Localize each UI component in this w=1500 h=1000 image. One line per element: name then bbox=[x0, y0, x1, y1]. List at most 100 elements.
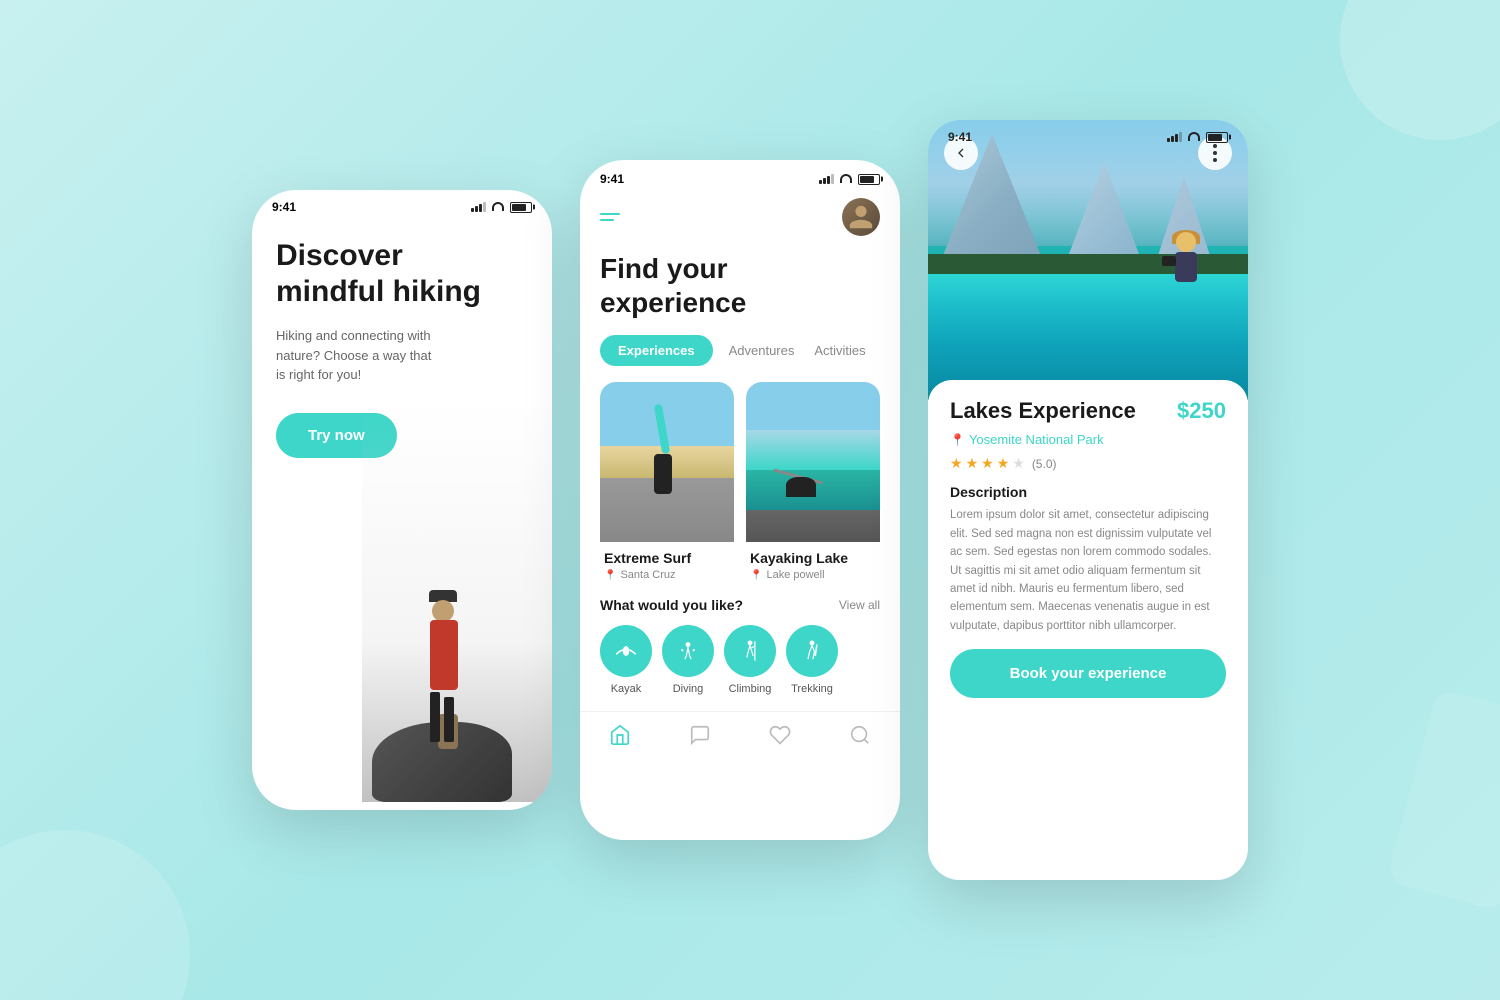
avatar[interactable] bbox=[842, 198, 880, 236]
book-button[interactable]: Book your experience bbox=[950, 649, 1226, 698]
surf-card-title: Extreme Surf bbox=[604, 550, 730, 566]
legs bbox=[430, 692, 458, 742]
status-icons-2 bbox=[819, 174, 880, 185]
phone-3: 9:41 bbox=[928, 120, 1248, 880]
surf-board bbox=[653, 404, 670, 455]
activity-icons-row: Kayak Diving bbox=[600, 625, 880, 695]
star-1: ★ bbox=[950, 455, 963, 472]
rating-value: (5.0) bbox=[1032, 457, 1057, 471]
kayak-location-text: Lake powell bbox=[766, 569, 824, 581]
climbing-label: Climbing bbox=[729, 683, 772, 695]
nav-search[interactable] bbox=[849, 724, 871, 746]
signal-icon-3 bbox=[1167, 132, 1182, 142]
find-title: Find your experience bbox=[580, 240, 900, 335]
surf-card-location: 📍 Santa Cruz bbox=[604, 569, 730, 581]
star-2: ★ bbox=[966, 455, 979, 472]
hero-subtitle: Hiking and connecting with nature? Choos… bbox=[276, 326, 436, 385]
what-section: What would you like? View all Kayak bbox=[580, 597, 900, 707]
location-pin-icon-3: 📍 bbox=[950, 433, 965, 447]
kayak-card[interactable]: Kayaking Lake 📍 Lake powell bbox=[746, 382, 880, 581]
hamburger-icon bbox=[600, 213, 620, 221]
kayaker-figure bbox=[786, 477, 816, 497]
experience-title: Lakes Experience bbox=[950, 398, 1136, 424]
head bbox=[432, 600, 454, 622]
kayak-card-location: 📍 Lake powell bbox=[750, 569, 876, 581]
view-all-link[interactable]: View all bbox=[839, 598, 880, 612]
description-title: Description bbox=[950, 484, 1226, 500]
hero-image-container: 9:41 bbox=[928, 120, 1248, 400]
trekking-icon bbox=[799, 638, 825, 664]
hero-title: Discover mindful hiking bbox=[276, 238, 528, 310]
trekking-label: Trekking bbox=[791, 683, 833, 695]
detail-header: Lakes Experience $250 bbox=[950, 398, 1226, 424]
tab-adventures[interactable]: Adventures bbox=[725, 335, 799, 366]
surf-beach-bg bbox=[600, 382, 734, 542]
home-icon bbox=[609, 724, 631, 746]
body bbox=[430, 620, 458, 690]
status-bar-1: 9:41 bbox=[252, 190, 552, 218]
status-icons-1 bbox=[471, 202, 532, 213]
photo-body bbox=[1175, 252, 1197, 282]
kayak-label: Kayak bbox=[611, 683, 642, 695]
activity-diving[interactable]: Diving bbox=[662, 625, 714, 695]
wifi-icon-3 bbox=[1188, 132, 1200, 141]
tab-experiences[interactable]: Experiences bbox=[600, 335, 713, 366]
hiker-image bbox=[362, 402, 552, 802]
page-title: Find your experience bbox=[600, 252, 880, 319]
status-bar-3: 9:41 bbox=[928, 120, 1248, 148]
battery-icon-2 bbox=[858, 174, 880, 185]
status-bar-2: 9:41 bbox=[580, 160, 900, 190]
nav-chat[interactable] bbox=[689, 724, 711, 746]
phone-1: 9:41 Discover mindful hiking Hiking and … bbox=[252, 190, 552, 810]
surf-card-label: Extreme Surf 📍 Santa Cruz bbox=[600, 542, 734, 581]
camera bbox=[1162, 256, 1176, 266]
what-title: What would you like? bbox=[600, 597, 743, 613]
location-pin-icon: 📍 bbox=[604, 570, 616, 581]
rating-stars: ★ ★ ★ ★ ★ (5.0) bbox=[950, 455, 1226, 472]
description-body: Lorem ipsum dolor sit amet, consectetur … bbox=[950, 506, 1226, 635]
time-2: 9:41 bbox=[600, 172, 624, 186]
kayak-icon bbox=[613, 638, 639, 664]
diving-icon-circle bbox=[662, 625, 714, 677]
menu-button[interactable] bbox=[600, 213, 620, 221]
battery-icon-3 bbox=[1206, 132, 1228, 143]
wifi-icon bbox=[492, 202, 504, 211]
activity-kayak[interactable]: Kayak bbox=[600, 625, 652, 695]
cards-row: Extreme Surf 📍 Santa Cruz Kayaking Lake … bbox=[580, 382, 900, 597]
detail-location: 📍 Yosemite National Park bbox=[950, 432, 1226, 447]
avatar-icon bbox=[847, 203, 875, 231]
kayak-lake-bg bbox=[746, 382, 880, 542]
surf-card[interactable]: Extreme Surf 📍 Santa Cruz bbox=[600, 382, 734, 581]
chat-icon bbox=[689, 724, 711, 746]
nav-heart[interactable] bbox=[769, 724, 791, 746]
diving-icon bbox=[675, 638, 701, 664]
activity-climbing[interactable]: Climbing bbox=[724, 625, 776, 695]
star-4: ★ bbox=[997, 455, 1010, 472]
phone-2: 9:41 Find your experience E bbox=[580, 160, 900, 840]
signal-icon-2 bbox=[819, 174, 834, 184]
kayak-icon-circle bbox=[600, 625, 652, 677]
park-name: Yosemite National Park bbox=[969, 432, 1104, 447]
kayak-card-image bbox=[746, 382, 880, 542]
price-display: $250 bbox=[1177, 398, 1226, 424]
time-3: 9:41 bbox=[948, 130, 972, 144]
status-icons-3 bbox=[1167, 132, 1228, 143]
climbing-icon-circle bbox=[724, 625, 776, 677]
signal-icon bbox=[471, 202, 486, 212]
surf-card-image bbox=[600, 382, 734, 542]
nav-home[interactable] bbox=[609, 724, 631, 746]
phone2-header bbox=[580, 190, 900, 240]
hiker-figure bbox=[362, 402, 552, 802]
surf-location-text: Santa Cruz bbox=[620, 569, 675, 581]
person bbox=[412, 588, 440, 742]
tabs: Experiences Adventures Activities bbox=[580, 335, 900, 382]
activity-trekking[interactable]: Trekking bbox=[786, 625, 838, 695]
time-1: 9:41 bbox=[272, 200, 296, 214]
phone1-content: Discover mindful hiking Hiking and conne… bbox=[252, 218, 552, 802]
climbing-icon bbox=[737, 638, 763, 664]
photographer-figure bbox=[1172, 230, 1200, 282]
surf-person bbox=[654, 454, 672, 494]
tab-activities[interactable]: Activities bbox=[810, 335, 869, 366]
battery-icon bbox=[510, 202, 532, 213]
bottom-nav bbox=[580, 711, 900, 758]
